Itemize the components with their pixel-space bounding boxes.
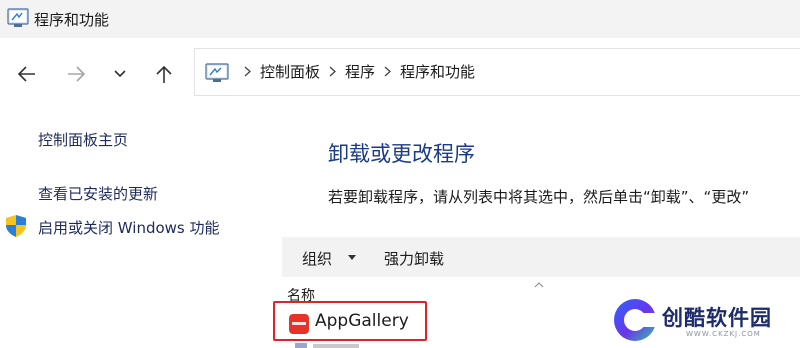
sidebar-link-installed-updates[interactable]: 查看已安装的更新 — [38, 183, 158, 204]
recent-locations-button[interactable] — [107, 61, 133, 87]
breadcrumb: 控制面板 程序 程序和功能 — [235, 61, 475, 82]
appgallery-icon — [289, 314, 309, 334]
watermark: 创酷软件园 WWW.CKZKJ.COM — [610, 297, 800, 345]
program-name: AppGallery — [315, 311, 409, 331]
force-uninstall-button[interactable]: 强力卸载 — [384, 248, 444, 269]
title-bar: 程序和功能 — [0, 0, 800, 38]
breadcrumb-control-panel[interactable]: 控制面板 — [260, 61, 320, 82]
watermark-logo-icon — [614, 299, 658, 341]
organize-button[interactable]: 组织 — [302, 248, 332, 269]
forward-button[interactable] — [63, 61, 89, 87]
page-title: 卸载或更改程序 — [328, 142, 475, 166]
program-row-appgallery[interactable]: AppGallery — [273, 301, 427, 341]
chevron-down-icon — [114, 70, 126, 78]
watermark-brand: 创酷软件园 — [662, 306, 772, 330]
chevron-right-icon — [384, 66, 392, 77]
partial-list-row — [295, 343, 359, 348]
uac-shield-icon — [6, 215, 26, 237]
sidebar-link-windows-features[interactable]: 启用或关闭 Windows 功能 — [38, 217, 220, 238]
control-panel-icon — [7, 8, 29, 27]
back-arrow-icon — [17, 66, 35, 82]
watermark-domain: WWW.CKZKJ.COM — [686, 330, 761, 338]
control-panel-icon — [205, 63, 229, 82]
sidebar-link-home[interactable]: 控制面板主页 — [38, 129, 128, 150]
sort-caret-icon — [534, 282, 544, 288]
up-button[interactable] — [151, 61, 177, 87]
chevron-right-icon — [244, 66, 251, 77]
address-bar[interactable]: 控制面板 程序 程序和功能 — [194, 48, 800, 96]
window-title: 程序和功能 — [34, 11, 110, 29]
navigation-bar: 控制面板 程序 程序和功能 — [0, 38, 800, 110]
breadcrumb-programs[interactable]: 程序 — [345, 61, 375, 82]
up-arrow-icon — [156, 65, 172, 83]
breadcrumb-programs-and-features[interactable]: 程序和功能 — [400, 61, 475, 82]
page-description: 若要卸载程序，请从列表中将其选中，然后单击“卸载”、“更改” — [328, 188, 750, 206]
command-toolbar: 组织 强力卸载 — [282, 237, 800, 277]
chevron-right-icon — [329, 66, 336, 77]
back-button[interactable] — [14, 61, 40, 87]
caret-down-icon — [348, 255, 356, 260]
forward-arrow-icon — [68, 66, 86, 82]
